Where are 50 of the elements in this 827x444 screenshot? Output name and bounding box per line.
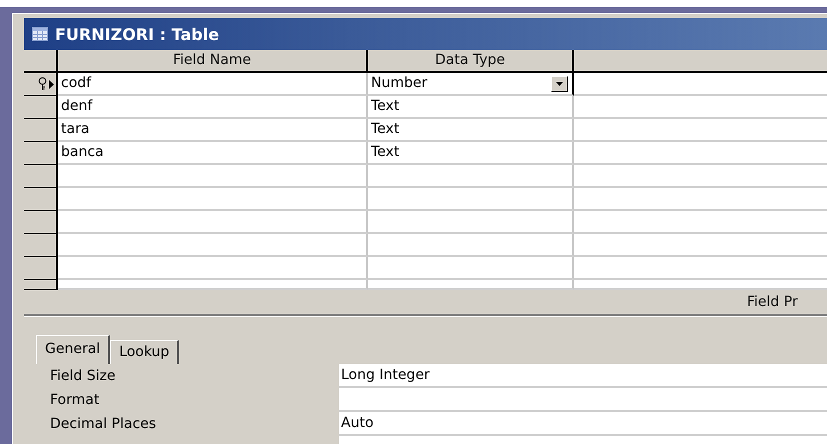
row-selector[interactable] [24, 280, 58, 290]
table-cell[interactable] [368, 188, 574, 211]
column-header: Data Type [368, 50, 574, 73]
table-cell[interactable] [58, 257, 368, 280]
table-cell[interactable] [58, 280, 368, 290]
property-label: Format [49, 392, 100, 408]
tab[interactable]: General [36, 335, 110, 364]
table-cell[interactable]: Number [368, 73, 574, 96]
row-selector[interactable] [24, 119, 58, 142]
data-type-text: Text [371, 97, 400, 116]
table-cell[interactable]: Text [368, 96, 574, 119]
table-cell[interactable]: banca [58, 142, 368, 165]
table-cell[interactable] [368, 211, 574, 234]
corner-cell [24, 50, 58, 73]
table-cell[interactable] [368, 165, 574, 188]
row-selector[interactable] [24, 165, 58, 188]
row-selector[interactable] [24, 188, 58, 211]
table-cell[interactable]: codf [58, 73, 368, 96]
row-selector[interactable] [24, 257, 58, 280]
table-cell[interactable] [368, 257, 574, 280]
row-selector[interactable] [24, 211, 58, 234]
row-selector[interactable] [24, 96, 58, 119]
table-cell[interactable] [58, 188, 368, 211]
column-header: Field Name [58, 50, 368, 73]
data-type-text: Text [371, 120, 400, 139]
property-label: Field Size [49, 368, 117, 384]
table-cell[interactable] [368, 234, 574, 257]
window-title: FURNIZORI : Table [55, 24, 220, 44]
row-selector[interactable] [24, 142, 58, 165]
property-field[interactable] [339, 388, 827, 412]
table-cell[interactable]: tara [58, 119, 368, 142]
table-cell[interactable]: denf [58, 96, 368, 119]
table-cell[interactable] [58, 234, 368, 257]
row-selector[interactable] [24, 234, 58, 257]
row-selector[interactable] [24, 73, 58, 96]
table-icon [32, 27, 48, 41]
dropdown-button[interactable] [551, 76, 568, 92]
property-label: Decimal Places [49, 416, 158, 432]
tab[interactable]: Lookup [110, 340, 180, 364]
property-field[interactable]: Long Integer [339, 364, 827, 388]
table-cell[interactable]: Text [368, 142, 574, 165]
caret-icon [556, 82, 563, 86]
property-field[interactable]: Auto [339, 412, 827, 436]
table-cell[interactable] [58, 165, 368, 188]
table-cell[interactable] [368, 280, 574, 290]
table-cell[interactable]: Text [368, 119, 574, 142]
section-heading: Field Pr [747, 294, 799, 310]
data-type-text: Number [371, 74, 428, 93]
data-type-text: Text [371, 143, 400, 162]
table-cell[interactable] [58, 211, 368, 234]
